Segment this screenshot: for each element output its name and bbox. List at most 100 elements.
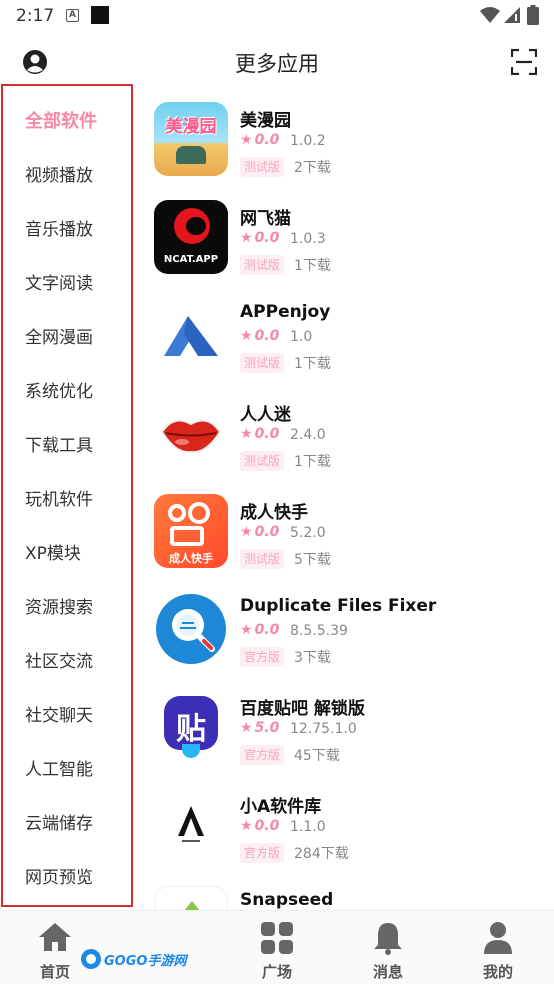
scan-icon[interactable] [511, 49, 537, 75]
app-rating: ★ 0.0 [240, 328, 279, 344]
status-badge: 官方版 [240, 843, 285, 863]
sidebar-item-cloud[interactable]: 云端储存 [3, 799, 131, 849]
app-version: 2.4.0 [290, 427, 326, 443]
sidebar-item-chat[interactable]: 社交聊天 [3, 691, 131, 741]
app-version: 1.0.3 [290, 231, 326, 247]
status-badge: 测试版 [240, 255, 285, 275]
a-notification-icon: A [66, 9, 79, 22]
tab-label: 我的 [482, 963, 513, 981]
list-item[interactable]: APPenjoy ★ 0.0 1.0 测试版 1下载 [140, 286, 554, 384]
app-name: 成人快手 [240, 503, 308, 523]
square-notification-icon [91, 6, 109, 24]
app-rating: ★ 5.0 [240, 720, 279, 736]
download-count: 45下载 [294, 748, 340, 764]
app-name: 小A软件库 [240, 797, 322, 817]
signal-icon [504, 7, 520, 23]
list-item[interactable]: 美漫园 美漫园 ★ 0.0 1.0.2 测试版 2下载 [140, 90, 554, 188]
battery-icon [527, 5, 539, 25]
tab-me[interactable]: 我的 [443, 911, 553, 985]
sidebar-item-web-preview[interactable]: 网页预览 [3, 853, 131, 903]
download-count: 1下载 [294, 258, 331, 274]
app-name: Duplicate Files Fixer [240, 596, 437, 616]
app-name: 人人迷 [240, 405, 291, 425]
app-name: APPenjoy [240, 302, 331, 322]
tab-label: 消息 [372, 963, 403, 981]
appenjoy-icon [154, 298, 228, 372]
wifi-icon [480, 7, 500, 23]
download-count: 284下载 [294, 846, 349, 862]
meimanyuan-icon: 美漫园 [154, 102, 228, 176]
star-icon: ★ [240, 720, 253, 736]
sidebar-item-all-software[interactable]: 全部软件 [3, 97, 131, 147]
grid-icon [261, 922, 293, 954]
sidebar-item-video[interactable]: 视频播放 [3, 151, 131, 201]
sidebar-item-system[interactable]: 系统优化 [3, 367, 131, 417]
rating-value: 5.0 [254, 720, 280, 736]
app-rating: ★ 0.0 [240, 230, 279, 246]
star-icon: ★ [240, 426, 253, 442]
category-sidebar: 全部软件 视频播放 音乐播放 文字阅读 全网漫画 系统优化 下载工具 玩机软件 … [1, 84, 133, 907]
tab-messages[interactable]: 消息 [333, 911, 443, 985]
bell-icon [374, 923, 402, 955]
download-count: 1下载 [294, 454, 331, 470]
app-version: 5.2.0 [290, 525, 326, 541]
list-item[interactable]: Snapseed [140, 874, 554, 910]
status-badge: 测试版 [240, 157, 285, 177]
app-rating: ★ 0.0 [240, 622, 279, 638]
app-list: 美漫园 美漫园 ★ 0.0 1.0.2 测试版 2下载 NCAT.APP 网飞猫 … [140, 90, 554, 910]
status-badge: 测试版 [240, 549, 285, 569]
sidebar-item-download[interactable]: 下载工具 [3, 421, 131, 471]
list-item[interactable]: 人人迷 ★ 0.0 2.4.0 测试版 1下载 [140, 384, 554, 482]
app-rating: ★ 0.0 [240, 524, 279, 540]
tab-square[interactable]: 广场 [222, 911, 332, 985]
ncat-logo-text: NCAT.APP [163, 254, 219, 265]
app-version: 1.1.0 [290, 819, 326, 835]
kuaishou-logo-text: 成人快手 [169, 552, 213, 565]
app-version: 12.75.1.0 [290, 721, 357, 737]
status-badge: 测试版 [240, 353, 285, 373]
rating-value: 0.0 [254, 622, 280, 638]
app-version: 1.0 [290, 329, 313, 345]
tieba-icon: 贴 [154, 690, 228, 764]
sidebar-item-tinkering[interactable]: 玩机软件 [3, 475, 131, 525]
list-item[interactable]: NCAT.APP 网飞猫 ★ 0.0 1.0.3 测试版 1下载 [140, 188, 554, 286]
status-badge: 官方版 [240, 745, 285, 765]
download-count: 2下载 [294, 160, 331, 176]
status-badge: 官方版 [240, 647, 285, 667]
list-item[interactable]: Duplicate Files Fixer ★ 0.0 8.5.5.39 官方版 … [140, 580, 554, 678]
rating-value: 0.0 [254, 328, 280, 344]
star-icon: ★ [240, 622, 253, 638]
rating-value: 0.0 [254, 524, 280, 540]
app-rating: ★ 0.0 [240, 426, 279, 442]
status-time: 2:17 [16, 6, 55, 26]
sidebar-item-ai[interactable]: 人工智能 [3, 745, 131, 795]
list-item[interactable]: 小A软件库 ★ 0.0 1.1.0 官方版 284下载 [140, 776, 554, 874]
watermark-text: GOGO手游网 [104, 954, 187, 969]
status-bar: 2:17 A [0, 0, 554, 32]
sidebar-item-reading[interactable]: 文字阅读 [3, 259, 131, 309]
user-icon [484, 922, 512, 954]
download-count: 5下载 [294, 552, 331, 568]
rating-value: 0.0 [254, 818, 280, 834]
list-item[interactable]: 贴 百度贴吧 解锁版 ★ 5.0 12.75.1.0 官方版 45下载 [140, 678, 554, 776]
sidebar-item-community[interactable]: 社区交流 [3, 637, 131, 687]
sidebar-item-resource-search[interactable]: 资源搜索 [3, 583, 131, 633]
app-name: 网飞猫 [240, 209, 291, 229]
app-name: 美漫园 [240, 111, 291, 131]
rating-value: 0.0 [254, 230, 280, 246]
star-icon: ★ [240, 524, 253, 540]
tieba-logo-text: 贴 [176, 712, 206, 747]
rating-value: 0.0 [254, 132, 280, 148]
sidebar-item-music[interactable]: 音乐播放 [3, 205, 131, 255]
star-icon: ★ [240, 230, 253, 246]
star-icon: ★ [240, 132, 253, 148]
download-count: 3下载 [294, 650, 331, 666]
app-rating: ★ 0.0 [240, 132, 279, 148]
list-item[interactable]: 成人快手 成人快手 ★ 0.0 5.2.0 测试版 5下载 [140, 482, 554, 580]
sidebar-item-xp-module[interactable]: XP模块 [3, 529, 131, 579]
star-icon: ★ [240, 818, 253, 834]
sidebar-item-comics[interactable]: 全网漫画 [3, 313, 131, 363]
watermark-logo: GOGO手游网 [80, 946, 188, 972]
app-name: 百度贴吧 解锁版 [240, 699, 365, 719]
snapseed-icon [154, 886, 228, 910]
